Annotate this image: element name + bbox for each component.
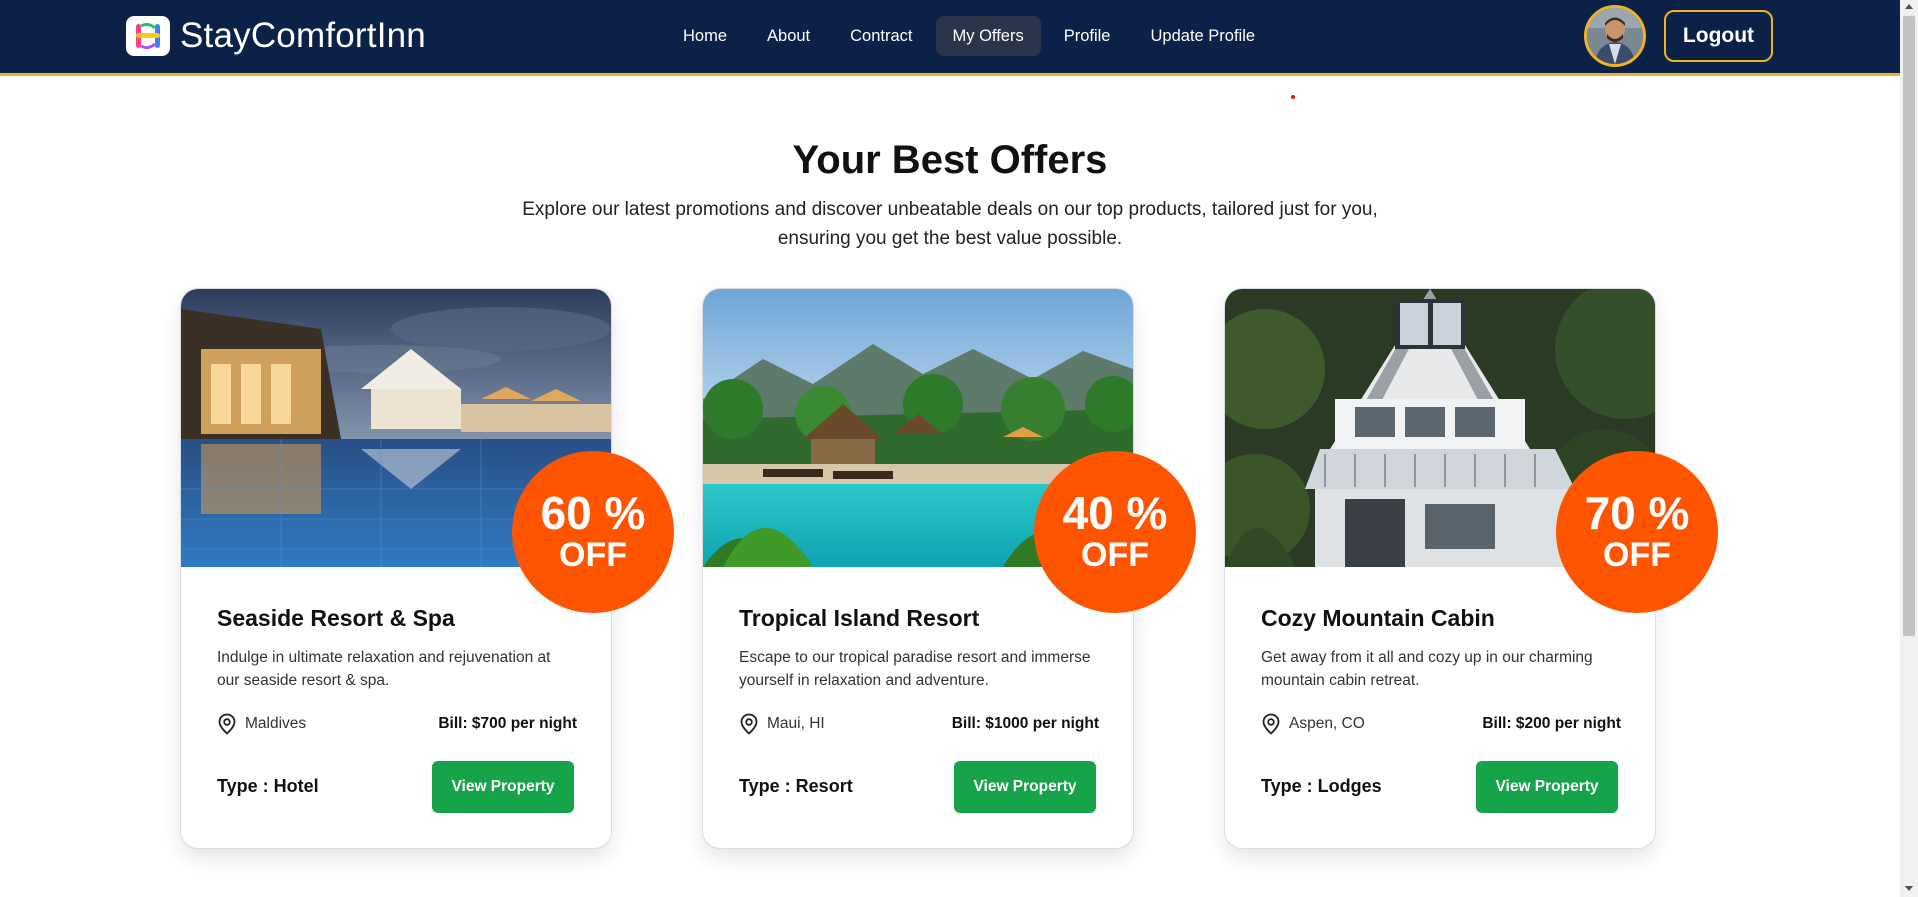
offer-bill: Bill: $200 per night [1482,715,1621,732]
offer-description: Escape to our tropical paradise resort a… [739,649,1091,689]
location-pin-icon [740,713,758,735]
offer-location: Maui, HI [739,713,825,735]
offer-description: Get away from it all and cozy up in our … [1261,649,1593,689]
indicator-dot [1291,95,1295,99]
page-scrollbar[interactable] [1900,0,1918,897]
offer-location-text: Aspen, CO [1289,715,1365,732]
offer-bill: Bill: $1000 per night [951,715,1099,732]
location-pin-icon [1262,713,1280,735]
view-property-button[interactable]: View Property [432,761,574,813]
location-pin-icon [218,713,236,735]
offer-card: 40 % OFF Tropical Island Resort Escape t… [702,288,1196,849]
nav-update-profile[interactable]: Update Profile [1134,16,1273,56]
scroll-down-arrow-icon[interactable] [1905,886,1913,891]
discount-badge: 70 % OFF [1556,451,1718,613]
offer-bill: Bill: $700 per night [438,715,577,732]
nav-my-offers[interactable]: My Offers [935,16,1041,56]
logout-button[interactable]: Logout [1664,10,1773,62]
user-avatar[interactable] [1584,5,1646,67]
discount-percent: 40 % [1062,487,1168,539]
nav-profile[interactable]: Profile [1047,16,1128,56]
discount-badge: 60 % OFF [512,451,674,613]
view-property-button[interactable]: View Property [1476,761,1618,813]
nav-home[interactable]: Home [666,16,744,56]
nav-contract[interactable]: Contract [833,16,929,56]
offer-location: Maldives [217,713,306,735]
offer-title: Tropical Island Resort [739,605,980,631]
discount-percent: 60 % [540,487,646,539]
offer-location-text: Maldives [245,715,307,732]
offer-type: Type : Resort [739,776,853,796]
offer-title: Seaside Resort & Spa [217,605,455,631]
offer-type: Type : Lodges [1261,776,1382,796]
nav-about[interactable]: About [750,16,827,56]
offer-title: Cozy Mountain Cabin [1261,605,1495,631]
discount-off-label: OFF [559,536,627,574]
page: StayComfortInn Home About Contract My Of… [0,0,1900,897]
navbar: StayComfortInn Home About Contract My Of… [0,0,1900,76]
brand-name: StayComfortInn [180,16,426,55]
discount-off-label: OFF [1603,536,1671,574]
page-subtitle: Explore our latest promotions and discov… [522,199,1378,249]
nav-links: Home About Contract My Offers Profile Up… [666,16,1272,56]
offer-description: Indulge in ultimate relaxation and rejuv… [217,649,551,689]
offer-location-text: Maui, HI [767,715,825,732]
offer-card: 70 % OFF Cozy Mountain Cabin Get away fr… [1224,288,1718,849]
scroll-up-arrow-icon[interactable] [1905,4,1913,9]
discount-off-label: OFF [1081,536,1149,574]
brand[interactable]: StayComfortInn [126,16,426,56]
discount-percent: 70 % [1584,487,1690,539]
view-property-button[interactable]: View Property [954,761,1096,813]
offer-location: Aspen, CO [1261,713,1365,735]
offer-card: 60 % OFF Seaside Resort & Spa Indulge in… [180,288,674,849]
scroll-thumb[interactable] [1903,16,1915,636]
page-title: Your Best Offers [792,138,1108,182]
brand-logo-icon [126,16,170,56]
offer-type: Type : Hotel [217,776,319,796]
discount-badge: 40 % OFF [1034,451,1196,613]
